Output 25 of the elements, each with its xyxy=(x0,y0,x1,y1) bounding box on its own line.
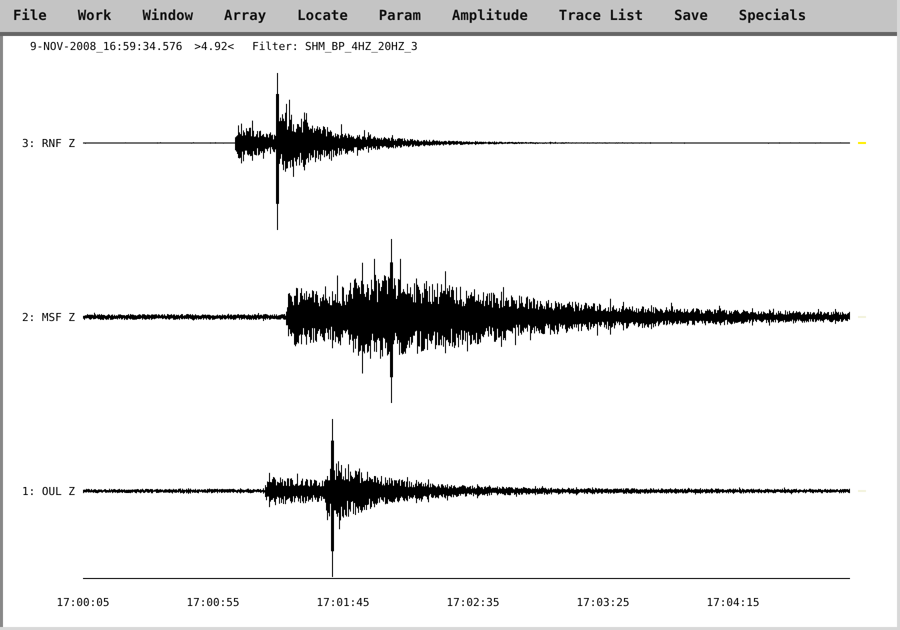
trace-marker[interactable] xyxy=(858,142,866,144)
trace-marker[interactable] xyxy=(858,316,866,318)
trace-label: 1: OUL Z xyxy=(21,484,76,498)
menu-item[interactable]: Trace List xyxy=(558,8,644,24)
timestamp: 9-NOV-2008_16:59:34.576 xyxy=(30,40,182,52)
time-label: 17:02:35 xyxy=(446,596,500,609)
trace-marker[interactable] xyxy=(858,490,866,492)
menu-item[interactable]: Amplitude xyxy=(452,8,528,24)
trace-label: 2: MSF Z xyxy=(21,310,76,324)
menu-item[interactable]: Window xyxy=(142,8,194,24)
time-label: 17:03:25 xyxy=(576,596,630,609)
menu-item[interactable]: Param xyxy=(378,8,421,24)
menu-item[interactable]: Work xyxy=(78,8,112,24)
time-label: 17:01:45 xyxy=(316,596,370,609)
time-label: 17:04:15 xyxy=(706,596,760,609)
menu-item[interactable]: Locate xyxy=(297,8,348,24)
menu-item[interactable]: File xyxy=(13,8,47,24)
menu-item[interactable]: Specials xyxy=(738,8,806,24)
filter-label: Filter: SHM_BP_4HZ_20HZ_3 xyxy=(252,40,418,52)
scale-value: >4.92< xyxy=(194,40,234,52)
time-label: 17:00:05 xyxy=(56,596,110,609)
time-label: 17:00:55 xyxy=(186,596,240,609)
menu-item[interactable]: Save xyxy=(674,8,708,24)
trace-label: 3: RNF Z xyxy=(21,136,76,150)
menu-item[interactable]: Array xyxy=(224,8,266,24)
